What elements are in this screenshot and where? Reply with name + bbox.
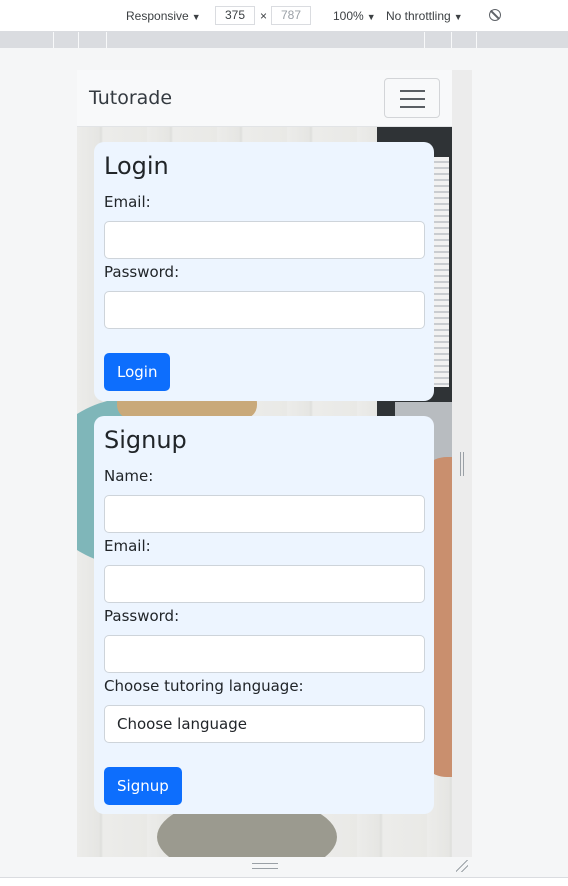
device-dropdown[interactable]: Responsive ▼ [126, 9, 201, 23]
signup-email-label: Email: [104, 537, 151, 555]
signup-name-label: Name: [104, 467, 154, 485]
signup-language-label: Choose tutoring language: [104, 677, 304, 695]
hero-background-image: Login Email: Password: Login Signup Name… [77, 127, 452, 857]
signup-name-input[interactable] [104, 495, 425, 533]
signup-card: Signup Name: Email: Password: Choose tut… [94, 416, 434, 814]
signup-title: Signup [104, 426, 187, 454]
login-card: Login Email: Password: Login [94, 142, 434, 401]
signup-password-input[interactable] [104, 635, 425, 673]
zoom-label: 100% [333, 9, 364, 23]
ruler-tick [106, 32, 107, 48]
throttling-label: No throttling [386, 9, 451, 23]
ruler-tick [424, 32, 425, 48]
resize-handle-icon[interactable] [252, 863, 278, 869]
login-password-label: Password: [104, 263, 180, 281]
login-email-label: Email: [104, 193, 151, 211]
rotate-disabled-icon[interactable] [489, 9, 501, 21]
navbar: Tutorade [77, 70, 452, 127]
dropdown-arrow-icon: ▼ [366, 12, 376, 22]
hamburger-icon [400, 90, 425, 92]
resize-corner-icon[interactable] [456, 860, 468, 872]
hamburger-icon [400, 98, 425, 100]
login-button[interactable]: Login [104, 353, 171, 391]
navbar-brand[interactable]: Tutorade [89, 87, 172, 109]
media-query-ruler [0, 32, 568, 48]
login-password-input[interactable] [104, 291, 425, 329]
login-email-input[interactable] [104, 221, 425, 259]
device-viewport: Tutorade Login Email: Password: Login Si… [77, 70, 452, 857]
zoom-dropdown[interactable]: 100% ▼ [333, 9, 376, 23]
viewport-height-input[interactable]: 787 [271, 6, 311, 25]
login-title: Login [104, 152, 169, 180]
hamburger-icon [400, 106, 425, 108]
signup-password-label: Password: [104, 607, 180, 625]
dimension-separator: × [260, 9, 268, 23]
language-select-value: Choose language [117, 715, 247, 733]
signup-email-input[interactable] [104, 565, 425, 603]
signup-button[interactable]: Signup [104, 767, 182, 805]
ruler-tick [476, 32, 477, 48]
language-select[interactable]: Choose language [104, 705, 425, 743]
resize-handle-icon[interactable] [460, 452, 464, 476]
ruler-tick [78, 32, 79, 48]
viewport-width-input[interactable]: 375 [215, 6, 255, 25]
ruler-tick [451, 32, 452, 48]
ruler-tick [53, 32, 54, 48]
dropdown-arrow-icon: ▼ [453, 12, 463, 22]
navbar-toggler-button[interactable] [384, 78, 440, 118]
throttling-dropdown[interactable]: No throttling ▼ [386, 9, 463, 23]
device-label: Responsive [126, 9, 189, 23]
dropdown-arrow-icon: ▼ [191, 12, 201, 22]
devtools-device-toolbar: Responsive ▼ 375 × 787 100% ▼ No throttlin… [0, 0, 568, 32]
